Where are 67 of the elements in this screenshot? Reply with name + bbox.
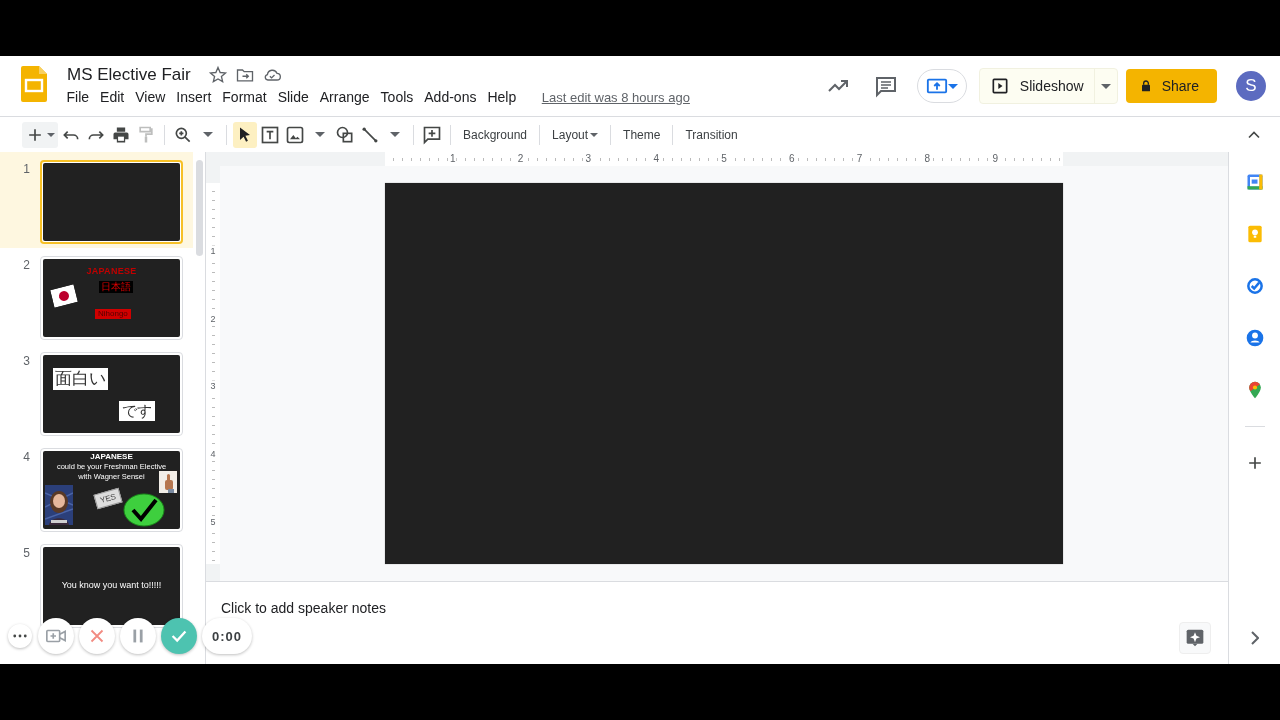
speaker-notes-field[interactable]: Click to add speaker notes — [221, 600, 386, 616]
menu-item[interactable]: Tools — [375, 87, 419, 107]
menu-item[interactable]: File — [61, 87, 95, 107]
star-icon[interactable] — [207, 65, 228, 85]
select-tool[interactable] — [233, 121, 257, 148]
close-button[interactable] — [79, 618, 115, 654]
toolbar-text-button[interactable]: Theme — [617, 121, 667, 148]
share-button[interactable]: Share — [1125, 69, 1217, 103]
present-button[interactable] — [916, 69, 967, 103]
more-icon — [13, 634, 27, 638]
slide-text: You know you want to!!!!! — [60, 580, 163, 590]
add-comment-icon — [422, 124, 442, 145]
done-check-button[interactable] — [161, 618, 197, 654]
paint-format-icon — [136, 124, 156, 145]
menu-item[interactable]: Add-ons — [418, 87, 482, 107]
slide-thumbnail[interactable]: 面白い です — [40, 352, 183, 436]
slide-text-box: 面白い — [53, 368, 108, 390]
flag-icon — [50, 284, 78, 308]
last-edit-link[interactable]: Last edit was 8 hours ago — [541, 89, 690, 105]
explore-icon — [1185, 628, 1205, 648]
yes-card: YES — [93, 487, 123, 510]
explore-button[interactable] — [1179, 622, 1211, 654]
comment-icon — [873, 74, 898, 98]
slide-number: 5 — [22, 545, 31, 562]
toolbar-text-button[interactable]: Transition — [679, 121, 744, 148]
menu-item[interactable]: Help — [481, 87, 522, 107]
menu-item[interactable]: Slide — [272, 87, 315, 107]
slide-number: 3 — [22, 353, 31, 370]
more-button[interactable] — [8, 624, 32, 648]
caret-icon — [947, 83, 958, 89]
contacts-icon — [1244, 328, 1265, 348]
slide-thumbnail[interactable] — [40, 160, 183, 244]
text-box-icon — [260, 124, 280, 145]
slide-caption: Nihongo — [95, 309, 131, 319]
caret-icon — [1100, 83, 1111, 89]
image-icon — [285, 124, 305, 145]
camera-add-button[interactable] — [38, 618, 74, 654]
menu-item[interactable]: Insert — [170, 87, 217, 107]
slide-number: 1 — [22, 161, 31, 178]
menu-item[interactable]: Edit — [94, 87, 130, 107]
shape-icon — [335, 124, 355, 145]
slide-thumbnail[interactable]: You know you want to!!!!! — [40, 544, 183, 628]
slide-number: 2 — [22, 257, 31, 274]
slide-number: 4 — [22, 449, 31, 466]
slide-thumbnail[interactable]: JAPANESE 日本語 Nihongo — [40, 256, 183, 340]
menu-item[interactable]: Arrange — [314, 87, 376, 107]
scrollbar[interactable] — [195, 160, 203, 256]
pause-button[interactable] — [120, 618, 156, 654]
checkmark-icon — [123, 493, 165, 527]
caret-icon — [390, 132, 400, 137]
toolbar-text-button[interactable]: Layout — [546, 121, 605, 148]
menu-item[interactable]: Format — [216, 87, 273, 107]
slide-subtitle: 日本語 — [99, 281, 133, 293]
caret-icon — [47, 132, 55, 137]
menu-item[interactable]: View — [129, 87, 171, 107]
document-title[interactable]: MS Elective Fair — [67, 65, 191, 85]
caret-icon — [315, 132, 325, 137]
chevron-right-icon — [1250, 631, 1259, 645]
slide-title: JAPANESE — [85, 266, 138, 276]
recording-timer: 0:00 — [202, 618, 253, 654]
new-slide-button[interactable] — [22, 121, 58, 148]
toolbar-text-button[interactable]: Background — [457, 121, 534, 148]
slide-title: JAPANESE — [89, 452, 134, 461]
slide-text-box: です — [119, 401, 155, 421]
caret-icon — [203, 132, 213, 137]
tasks-icon — [1244, 276, 1265, 296]
account-avatar[interactable]: S — [1236, 71, 1266, 101]
